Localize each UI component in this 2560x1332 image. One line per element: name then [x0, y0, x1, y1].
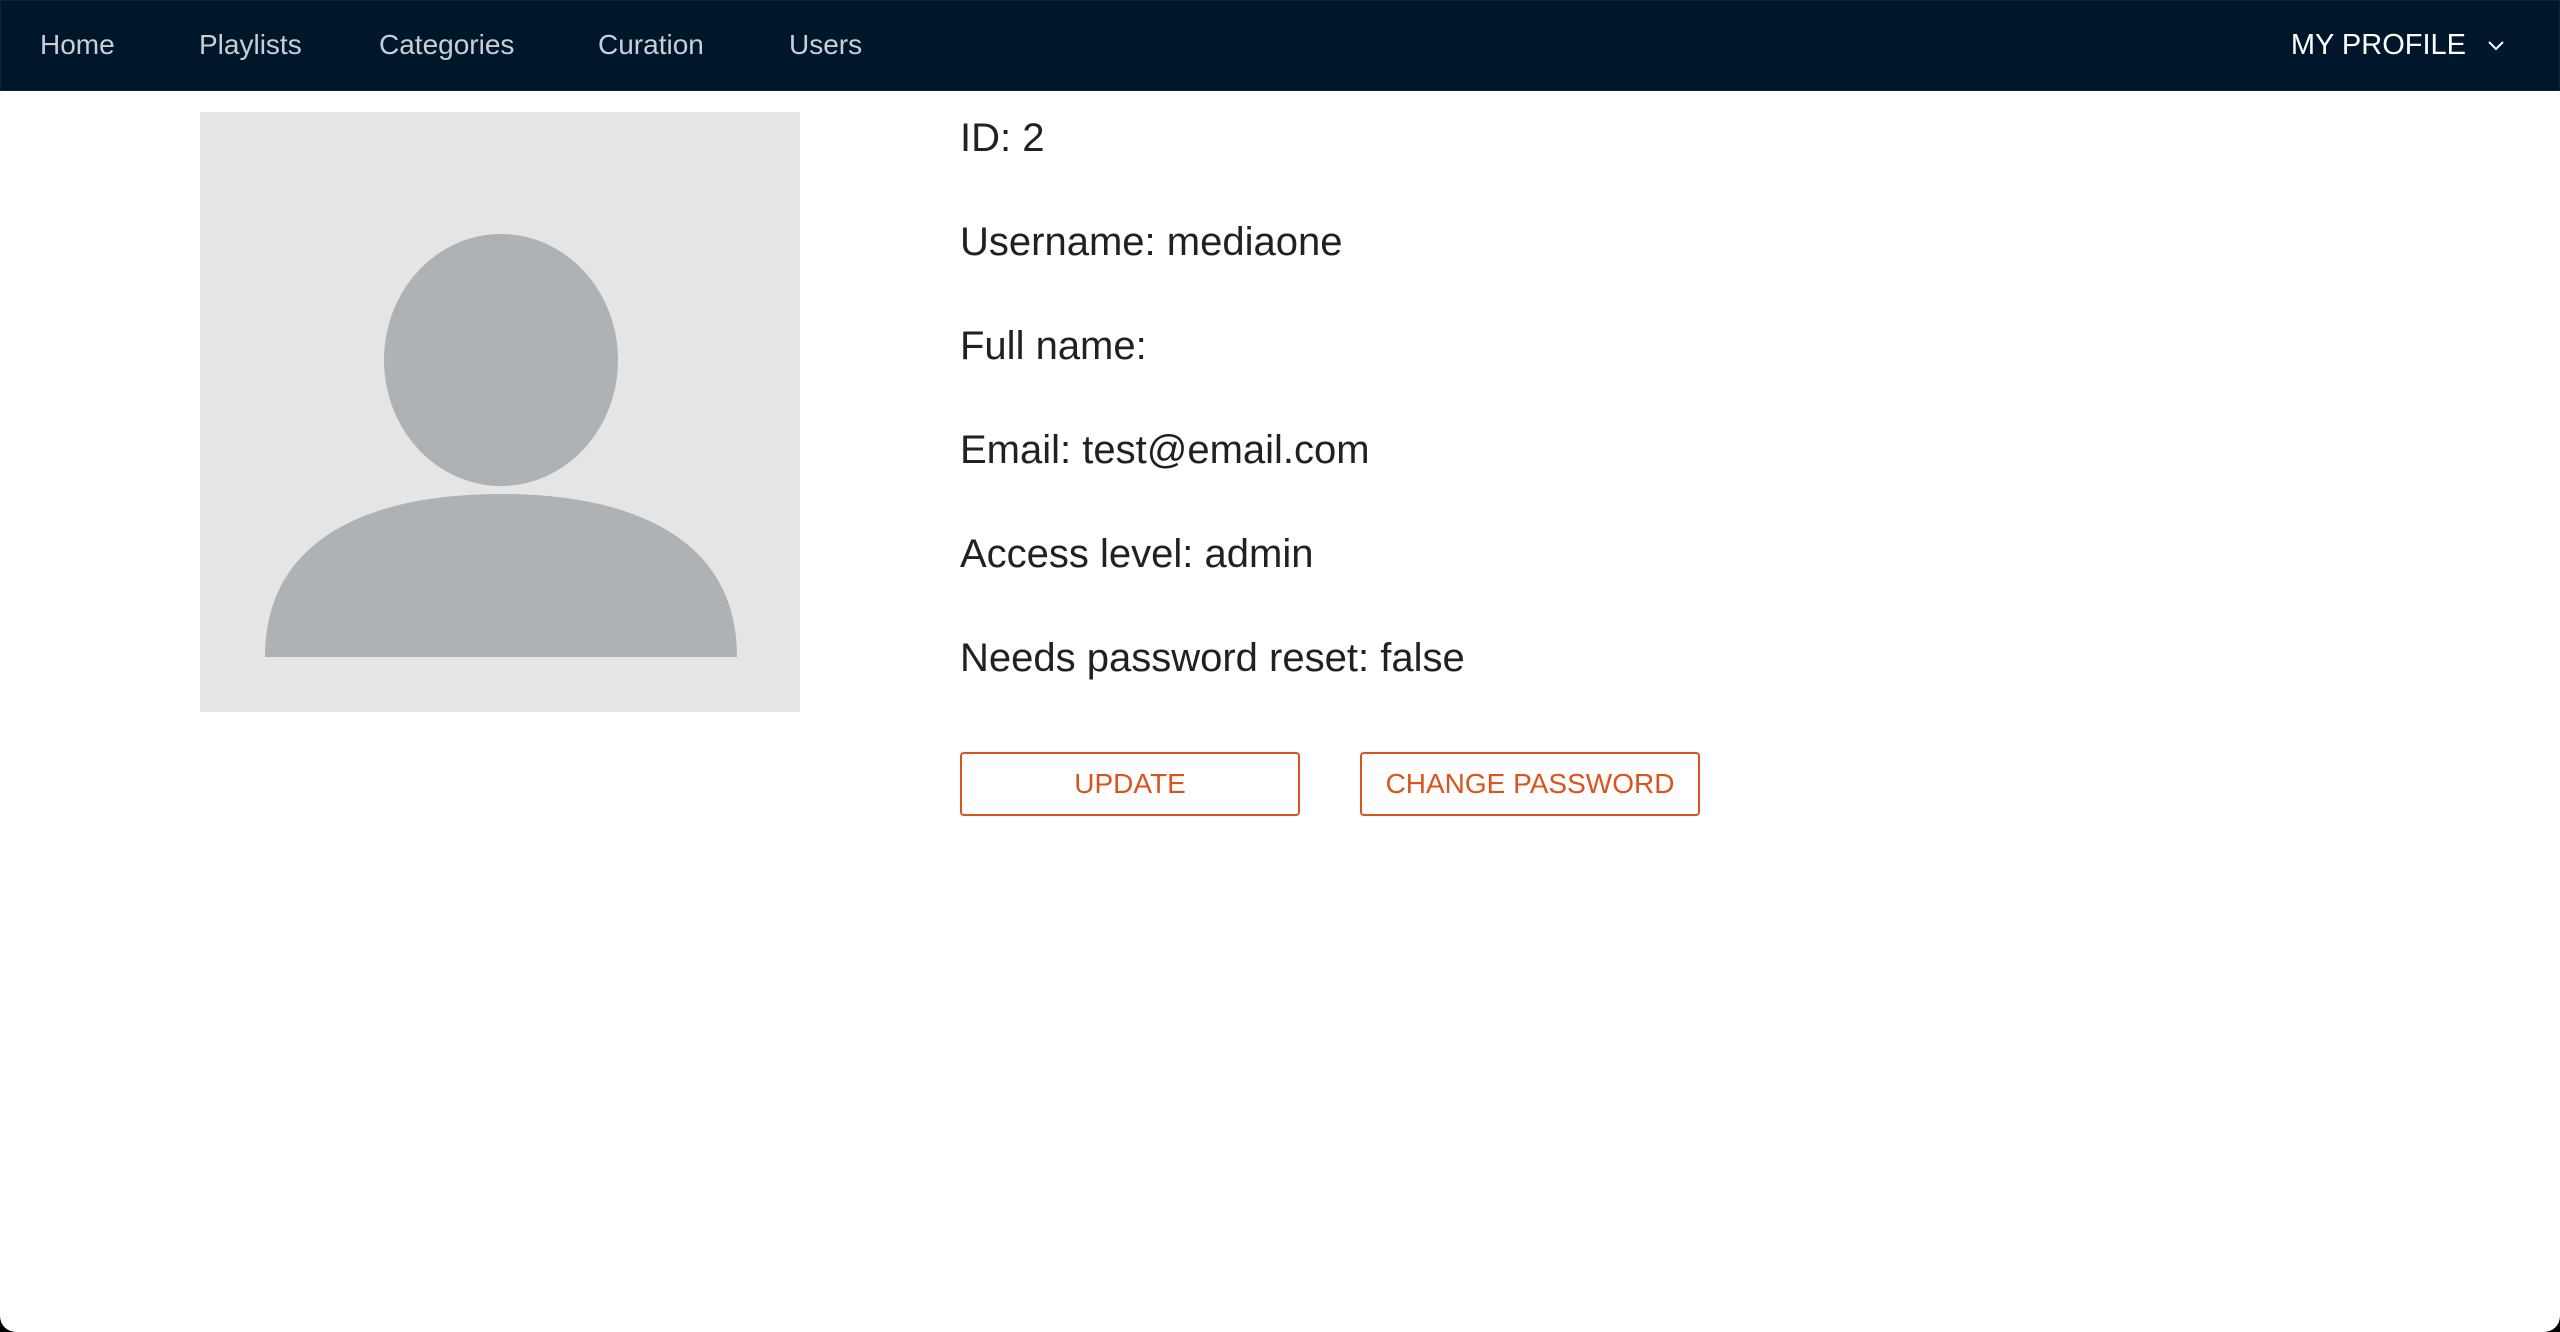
profile-access-level: Access level: admin [960, 528, 1314, 580]
user-placeholder-icon [265, 234, 737, 657]
access-level-value: admin [1204, 532, 1314, 576]
profile-username: Username: mediaone [960, 216, 1342, 268]
avatar [200, 112, 800, 712]
app-window: Home Playlists Categories Curation Users… [0, 0, 2560, 1332]
my-profile-label: MY PROFILE [2290, 29, 2466, 61]
top-navbar: Home Playlists Categories Curation Users… [0, 0, 2560, 91]
profile-full-name: Full name: [960, 320, 1147, 372]
nav-item-curation[interactable]: Curation [598, 28, 704, 62]
full-name-label: Full name: [960, 324, 1147, 368]
profile-id: ID: 2 [960, 112, 1045, 164]
username-label: Username: [960, 220, 1156, 264]
nav-item-playlists[interactable]: Playlists [199, 28, 302, 62]
access-level-label: Access level: [960, 532, 1194, 576]
username-value: mediaone [1166, 220, 1343, 264]
my-profile-menu[interactable]: MY PROFILE [2291, 27, 2506, 63]
id-value: 2 [1022, 116, 1045, 160]
email-label: Email: [960, 428, 1072, 472]
needs-password-reset-label: Needs password reset: [960, 636, 1370, 680]
update-button[interactable]: UPDATE [960, 752, 1300, 816]
nav-item-users[interactable]: Users [789, 28, 862, 62]
email-value: test@email.com [1082, 428, 1370, 472]
needs-password-reset-value: false [1380, 636, 1465, 680]
chevron-down-icon [2488, 41, 2504, 51]
id-label: ID: [960, 116, 1012, 160]
profile-needs-password-reset: Needs password reset: false [960, 632, 1465, 684]
change-password-button[interactable]: CHANGE PASSWORD [1360, 752, 1700, 816]
nav-item-home[interactable]: Home [40, 28, 115, 62]
nav-item-categories[interactable]: Categories [379, 28, 514, 62]
profile-email: Email: test@email.com [960, 424, 1370, 476]
